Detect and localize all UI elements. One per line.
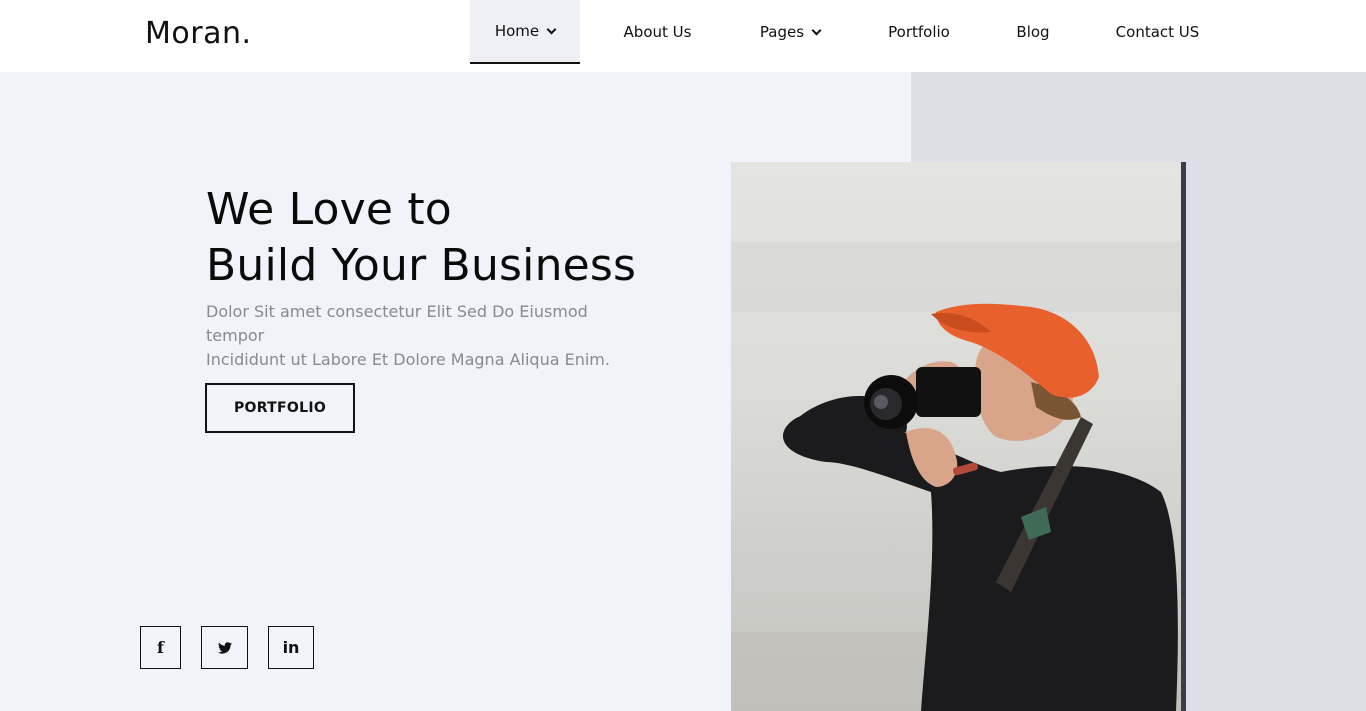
nav-label-portfolio: Portfolio <box>888 23 950 41</box>
chevron-down-icon <box>546 24 557 34</box>
nav-label-home: Home <box>494 22 540 40</box>
nav-label-pages: Pages <box>759 23 805 41</box>
photographer-illustration <box>731 242 1186 711</box>
twitter-button[interactable] <box>201 626 248 669</box>
twitter-icon <box>217 641 232 654</box>
nav-item-portfolio[interactable]: Portfolio <box>875 0 963 64</box>
hero-subtext: Dolor Sit amet consectetur Elit Sed Do E… <box>206 300 646 372</box>
photo-edge-shadow <box>1181 162 1186 711</box>
nav-item-pages[interactable]: Pages <box>745 0 835 64</box>
hero-subtext-line2: Incididunt ut Labore Et Dolore Magna Ali… <box>206 350 610 369</box>
portfolio-button[interactable]: PORTFOLIO <box>205 383 355 433</box>
nav-item-contact-us[interactable]: Contact US <box>1105 0 1210 64</box>
nav-item-home[interactable]: Home <box>470 0 580 64</box>
nav-label-blog: Blog <box>1016 23 1050 41</box>
hero-section: We Love to Build Your Business Dolor Sit… <box>0 72 1366 711</box>
facebook-icon: f <box>157 638 164 657</box>
hero-headline-line1: We Love to <box>206 184 452 235</box>
nav-item-blog[interactable]: Blog <box>1005 0 1061 64</box>
hero-headline: We Love to Build Your Business <box>206 182 636 294</box>
nav-label-about-us: About Us <box>623 23 692 41</box>
nav-label-contact-us: Contact US <box>1115 23 1200 41</box>
linkedin-icon: in <box>282 638 300 657</box>
hero-headline-line2: Build Your Business <box>206 240 637 291</box>
chevron-down-icon <box>811 25 822 35</box>
site-header: Moran. Home About Us Pages Portfolio Blo… <box>0 0 1366 72</box>
site-logo[interactable]: Moran. <box>145 16 252 51</box>
hero-subtext-line1: Dolor Sit amet consectetur Elit Sed Do E… <box>206 302 588 345</box>
hero-photo <box>731 162 1186 711</box>
linkedin-button[interactable]: in <box>268 626 314 669</box>
facebook-button[interactable]: f <box>140 626 181 669</box>
nav-item-about-us[interactable]: About Us <box>610 0 705 64</box>
